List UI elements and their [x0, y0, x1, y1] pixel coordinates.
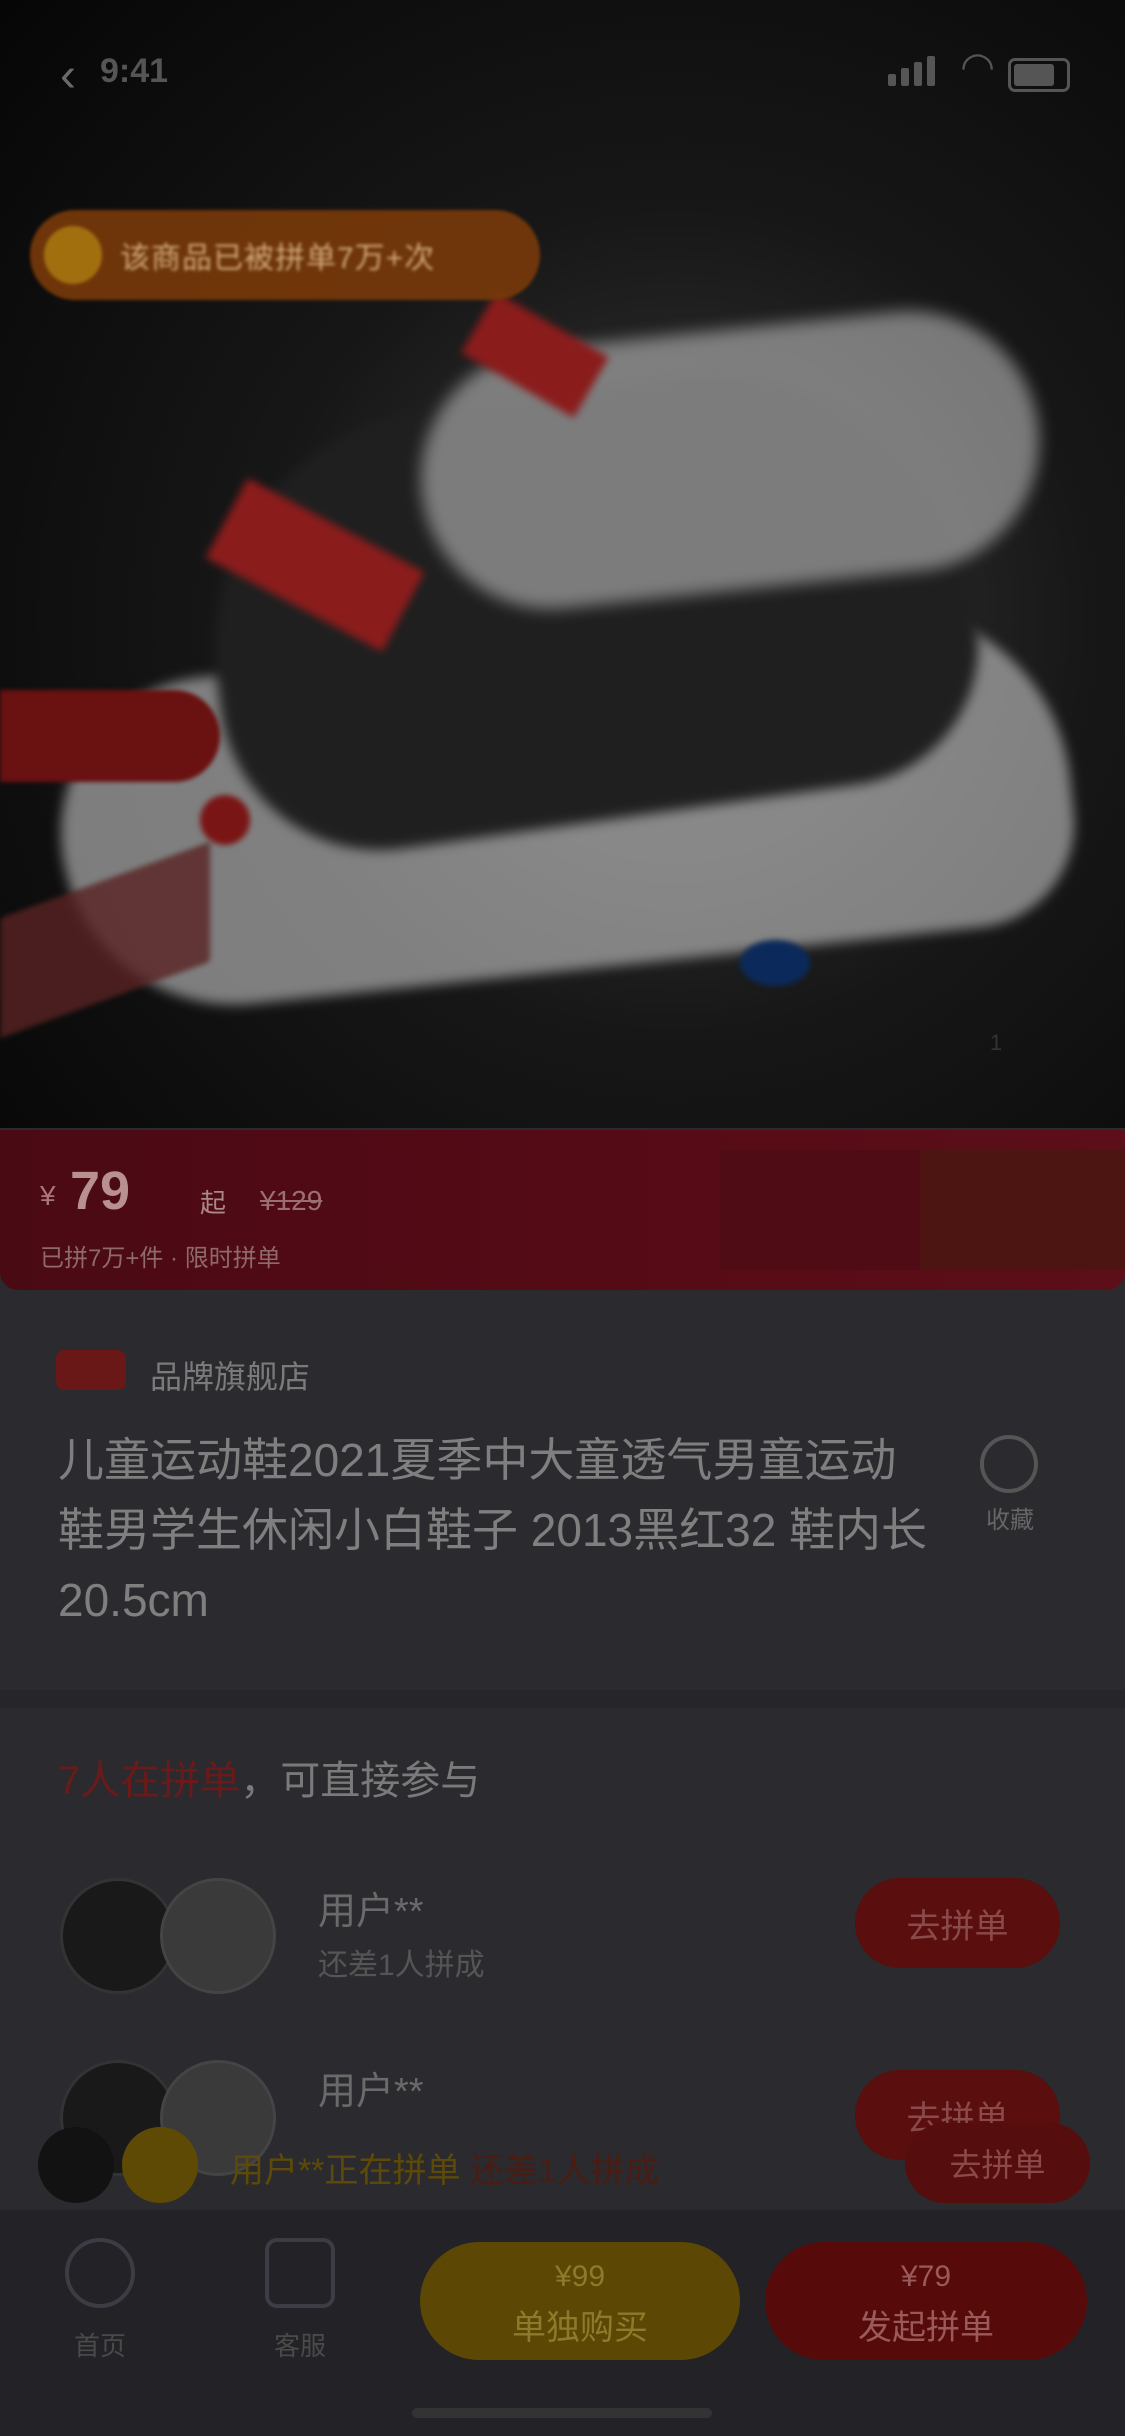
cellular-signal-icon: [888, 56, 935, 86]
status-time: 9:41: [100, 52, 169, 90]
sales-badge-text: 该商品已被拼单7万+次: [120, 242, 436, 275]
notice-text: 用户**正在拼单: [230, 2152, 461, 2190]
price-banner-decor: [920, 1150, 1125, 1270]
nav-chat[interactable]: 客服: [255, 2238, 345, 2363]
brand-tag: [56, 1350, 126, 1390]
avatar: [160, 1878, 276, 1994]
price-amount: 79: [70, 1161, 131, 1221]
price-unit: 起: [200, 1188, 227, 1218]
group-row-name: 用户**: [318, 2071, 424, 2113]
home-icon: [65, 2238, 135, 2308]
notice-remaining: 还差1人拼成: [470, 2152, 659, 2190]
price-banner-decor: [720, 1150, 920, 1270]
wifi-icon: ◠: [960, 45, 995, 89]
group-label: 发起拼单: [858, 2309, 994, 2347]
shop-name[interactable]: 品牌旗舰店: [150, 1352, 310, 1398]
group-row: 用户** 还差1人拼成 去拼单: [0, 1860, 1125, 2010]
group-count: 7人在拼单: [58, 1759, 241, 1803]
group-header-suffix: ，可直接参与: [240, 1759, 481, 1803]
carousel-indicator: 1: [990, 1030, 1003, 1055]
bottom-action-bar: 首页 客服 ¥99 单独购买 ¥79 发起拼单: [0, 2210, 1125, 2436]
home-indicator[interactable]: [412, 2408, 712, 2418]
buy-alone-button[interactable]: ¥99 单独购买: [420, 2242, 740, 2360]
favorite-label[interactable]: 收藏: [986, 1500, 1034, 1535]
promo-side-tag: [0, 690, 220, 782]
buy-alone-price: ¥99: [554, 2260, 606, 2293]
notice-join-button[interactable]: 去拼单: [905, 2123, 1090, 2203]
floating-group-notice: 用户**正在拼单 还差1人拼成 去拼单: [30, 2115, 1100, 2210]
fire-icon: [44, 226, 102, 284]
avatar: [60, 1878, 176, 1994]
product-details: 品牌旗舰店 儿童运动鞋2021夏季中大童透气男童运动鞋男学生休闲小白鞋子 201…: [0, 1290, 1125, 1690]
section-divider: [0, 1690, 1125, 1708]
back-arrow-icon[interactable]: ‹: [60, 48, 76, 103]
shoe-image-part: [740, 940, 810, 986]
battery-icon: [1008, 58, 1070, 92]
group-buy-header: 7人在拼单，可直接参与: [58, 1748, 480, 1806]
status-bar: ‹ 9:41 ◠: [0, 0, 1125, 140]
start-group-button[interactable]: ¥79 发起拼单: [765, 2242, 1087, 2360]
avatar: [122, 2127, 198, 2203]
currency-symbol: ¥: [40, 1180, 56, 1211]
join-group-button[interactable]: 去拼单: [855, 1878, 1060, 1968]
sales-badge: 该商品已被拼单7万+次: [30, 210, 540, 300]
group-row-remaining: 还差1人拼成: [318, 1949, 485, 1982]
nav-label: 客服: [273, 2331, 326, 2361]
chat-icon: [265, 2238, 335, 2308]
shoe-image-part: [200, 795, 250, 845]
original-price: ¥129: [260, 1185, 323, 1216]
nav-home[interactable]: 首页: [55, 2238, 145, 2363]
price-subtitle: 已拼7万+件 · 限时拼单: [40, 1245, 281, 1272]
nav-label: 首页: [73, 2331, 126, 2361]
product-image-carousel[interactable]: 该商品已被拼单7万+次 1: [0, 0, 1125, 1128]
group-row-name: 用户**: [318, 1891, 424, 1933]
favorite-icon[interactable]: [980, 1435, 1038, 1493]
product-title: 儿童运动鞋2021夏季中大童透气男童运动鞋男学生休闲小白鞋子 2013黑红32 …: [58, 1434, 928, 1626]
buy-alone-label: 单独购买: [512, 2309, 648, 2347]
product-page: 该商品已被拼单7万+次 1 ‹ 9:41 ◠ ¥ 79 起 ¥129 已拼7万+…: [0, 0, 1125, 2436]
group-price: ¥79: [900, 2260, 952, 2293]
avatar: [38, 2127, 114, 2203]
